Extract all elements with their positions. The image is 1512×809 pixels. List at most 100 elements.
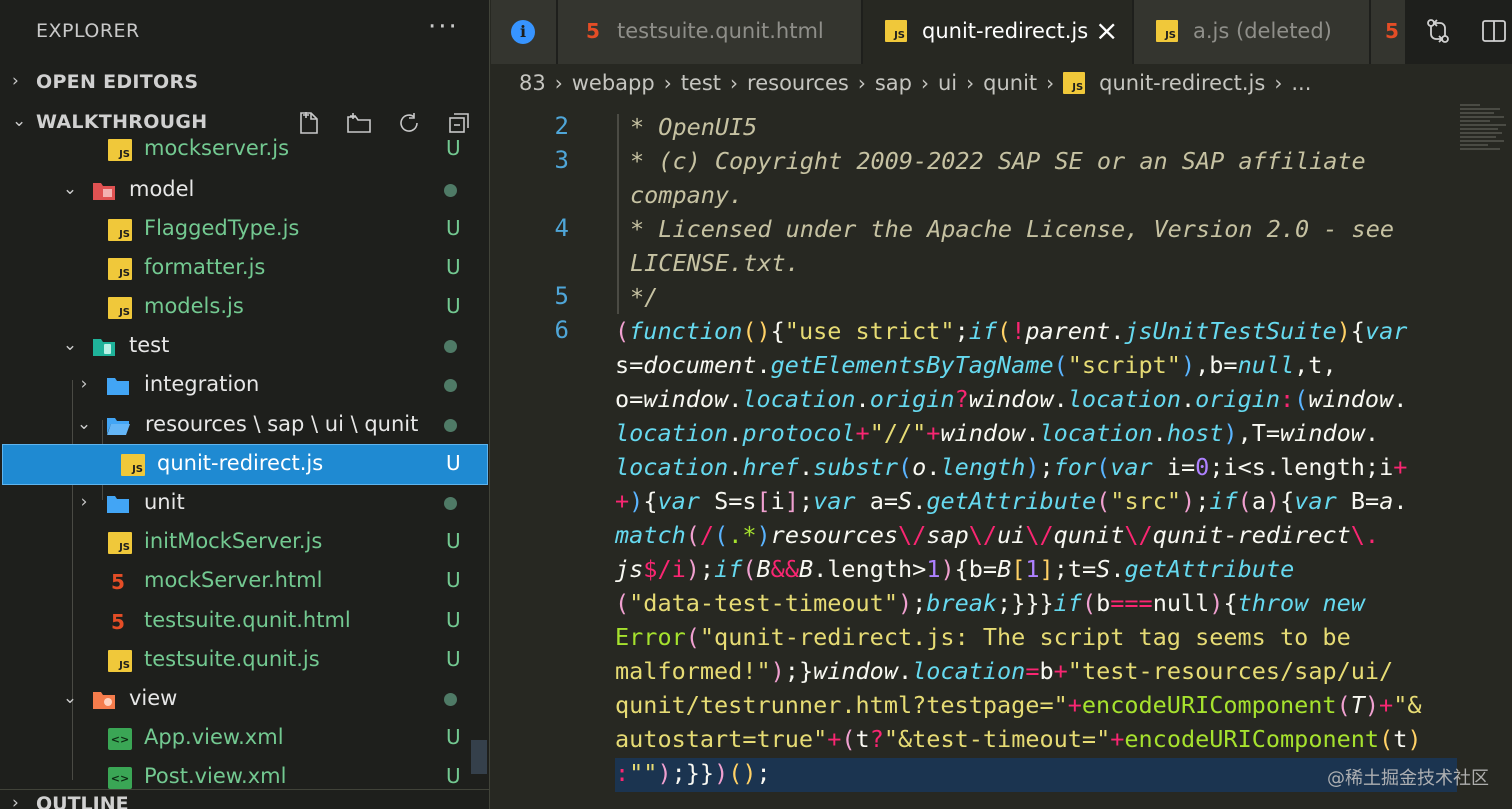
code-token: \/ [1025,521,1054,549]
breadcrumb-item[interactable]: ... [1291,71,1311,95]
code-token: malformed!" [615,657,771,685]
tree-item-testsuite-qunit-html[interactable]: 5 testsuite.qunit.html U [0,602,489,641]
code-token: null [1152,589,1210,617]
modified-dot [444,693,457,706]
code-token: . [897,657,913,685]
breadcrumb-item[interactable]: webapp [572,71,655,95]
chevron-right-icon: › [12,71,19,91]
code-token: + [1067,691,1082,719]
code-token: "qunit-redirect.js: The script tag seems… [699,623,1351,651]
js-file-icon: JS [108,139,132,161]
code-token: . [728,385,743,413]
code-token: S [1096,555,1111,583]
code-token: . [756,351,771,379]
breadcrumb-item[interactable]: qunit-redirect.js [1099,71,1265,95]
code-token: ( [1096,487,1111,515]
code-token: href [742,453,799,481]
tree-item-flaggedtype-js[interactable]: JS FlaggedType.js U [0,210,489,249]
untracked-badge: U [446,255,461,279]
js-file-icon: JS [108,219,132,241]
chevron-right-icon: › [920,71,929,95]
chevron-right-icon: › [12,793,19,809]
split-editor-icon[interactable] [1479,16,1509,46]
tree-item-model-folder[interactable]: ⌄ model [0,171,489,210]
tree-item-qunit-redirect-js[interactable]: JS qunit-redirect.js U [2,444,488,485]
code-token: ; [954,317,969,345]
code-token: 1 [1025,555,1040,583]
tab-qunit-redirect-js[interactable]: JS qunit-redirect.js × [863,0,1133,64]
code-token: . [855,385,870,413]
info-icon: i [511,20,535,44]
view-folder-icon [92,689,116,711]
tree-item-label: mockServer.html [144,568,323,592]
minimap[interactable] [1457,102,1512,182]
breadcrumb-item[interactable]: qunit [983,71,1037,95]
code-token: qunit [1053,521,1125,549]
chevron-right-icon: › [730,71,739,95]
code-token: match [615,521,686,549]
tree-item-label: mockserver.js [144,136,290,160]
code-token: ( [685,623,700,651]
tab-testsuite-qunit-html[interactable]: 5 testsuite.qunit.html [558,0,862,64]
breadcrumb-item[interactable]: test [681,71,721,95]
chevron-down-icon: ⌄ [62,688,78,708]
breadcrumb-item[interactable]: 83 [519,71,546,95]
tree-item-initmockserver-js[interactable]: JS initMockServer.js U [0,523,489,562]
code-token: js [615,555,644,583]
chevron-right-icon: › [966,71,975,95]
code-token: ( [714,521,729,549]
close-icon[interactable]: × [1095,14,1118,47]
sidebar-scrollbar[interactable] [471,740,487,774]
breadcrumb-item[interactable]: ui [938,71,957,95]
code-token: ,b= [1195,351,1238,379]
chevron-down-icon: ⌄ [76,414,92,434]
folder-icon [106,375,130,397]
code-token: "test-resources/sap/ui/ [1067,657,1394,685]
js-file-icon: JS [108,297,132,319]
code-token: b [1039,657,1054,685]
code-token: () [728,759,757,787]
tree-item-app-view-xml[interactable]: <> App.view.xml U [0,719,489,758]
code-token: + [827,725,842,753]
tab-a-js-deleted[interactable]: JS a.js (deleted) [1134,0,1370,64]
outline-section[interactable]: › OUTLINE [0,789,489,809]
tree-item-formatter-js[interactable]: JS formatter.js U [0,249,489,288]
code-token: ( [1336,691,1351,719]
tree-item-mockserver-js[interactable]: JS mockserver.js U [0,130,489,169]
tree-item-unit-folder[interactable]: › unit [0,484,489,523]
more-actions-icon[interactable]: ··· [428,12,459,42]
open-changes-icon[interactable] [1423,16,1453,46]
code-token: window [1280,419,1365,447]
code-token: location [1067,385,1181,413]
tree-item-label: FlaggedType.js [144,216,300,240]
open-editors-label: OPEN EDITORS [36,71,199,93]
tree-item-integration-folder[interactable]: › integration [0,366,489,405]
line-number: 6 [554,316,569,344]
breadcrumb-item[interactable]: sap [875,71,912,95]
code-token: ) [1025,453,1040,481]
tree-item-testsuite-qunit-js[interactable]: JS testsuite.qunit.js U [0,641,489,680]
tree-item-resources-folder[interactable]: ⌄ resources \ sap \ ui \ qunit [0,406,489,445]
code-editor[interactable]: 2 3 4 5 6 * OpenUI5 * (c) Copyright 2009… [491,102,1512,809]
tree-item-test-folder[interactable]: ⌄ test [0,327,489,366]
code-token: s= [615,351,644,379]
code-comment-line: LICENSE.txt. [630,249,800,277]
code-token: if [1209,487,1238,515]
breadcrumb-item[interactable]: resources [747,71,849,95]
open-editors-section[interactable]: › OPEN EDITORS [0,62,489,102]
code-token: location [615,419,729,447]
code-token: origin [1195,385,1281,413]
code-token: ( [615,589,630,617]
code-token: B= [1336,487,1380,515]
code-token: throw [1237,589,1309,617]
code-token: . [728,419,743,447]
modified-dot [444,497,457,510]
code-token: "data-test-timeout" [629,589,898,617]
code-token: ? [869,725,884,753]
code-token: origin [869,385,955,413]
tree-item-view-folder[interactable]: ⌄ view [0,680,489,719]
tab-info[interactable]: i [491,0,557,64]
tree-item-mockserver-html[interactable]: 5 mockServer.html U [0,562,489,601]
tree-item-models-js[interactable]: JS models.js U [0,288,489,327]
chevron-right-icon: › [663,71,672,95]
